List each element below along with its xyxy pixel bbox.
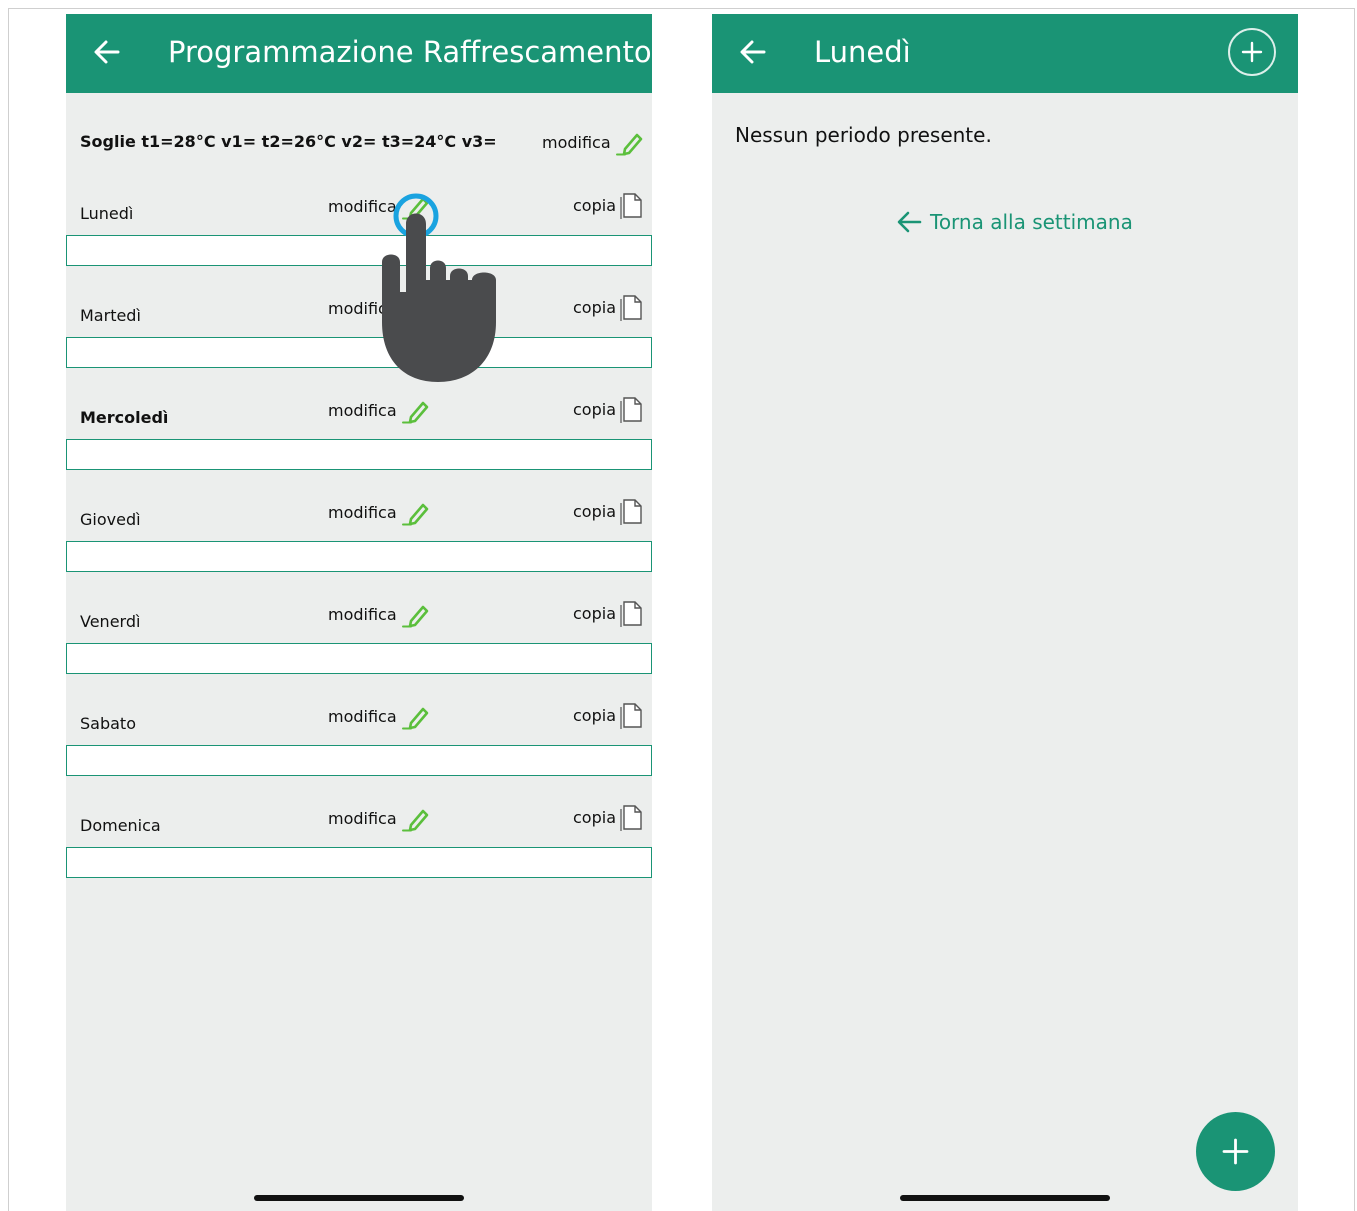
copy-label: copia [573,297,616,317]
edit-label: modifica [328,808,397,828]
copy-label: copia [573,399,616,419]
copy-day-button[interactable]: copia [573,190,644,220]
page-title: Lunedì [814,35,911,69]
day-periods-box[interactable] [66,235,652,266]
pencil-icon [401,707,428,730]
pencil-icon [615,133,642,156]
weekly-program-screen: Programmazione Raffrescamento Soglie t1=… [66,14,652,1211]
copy-icon [620,397,642,423]
day-periods-box[interactable] [66,745,652,776]
copy-label: copia [573,501,616,521]
edit-day-button[interactable]: modifica [328,600,431,628]
copy-label: copia [573,603,616,623]
edit-label: modifica [542,132,611,152]
back-arrow-icon[interactable] [90,35,124,69]
copy-label: copia [573,195,616,215]
edit-label: modifica [328,400,397,420]
copy-day-button[interactable]: copia [573,598,644,628]
add-period-header-button[interactable] [1228,28,1276,76]
back-to-week-label: Torna alla settimana [930,210,1133,234]
empty-state-message: Nessun periodo presente. [735,123,992,147]
edit-day-button[interactable]: modifica [328,396,431,424]
copy-icon [620,601,642,627]
copy-label: copia [573,807,616,827]
day-periods-box[interactable] [66,847,652,878]
plus-icon [1222,1138,1249,1165]
edit-day-button[interactable]: modifica [328,702,431,730]
page-title: Programmazione Raffrescamento [168,35,652,69]
pencil-icon [401,605,428,628]
add-period-fab[interactable] [1196,1112,1275,1191]
day-label: Venerdì [80,612,141,631]
hand-pointer-icon [382,193,496,382]
copy-icon [620,805,642,831]
home-indicator [254,1195,464,1201]
copy-day-button[interactable]: copia [573,496,644,526]
edit-thresholds-button[interactable]: modifica [542,128,645,156]
back-to-week-link[interactable]: Torna alla settimana [895,210,1133,234]
edit-day-button[interactable]: modifica [328,804,431,832]
edit-label: modifica [328,706,397,726]
back-arrow-icon[interactable] [736,35,770,69]
copy-day-button[interactable]: copia [573,394,644,424]
day-periods-box[interactable] [66,541,652,572]
day-periods-box[interactable] [66,643,652,674]
copy-icon [620,703,642,729]
edit-label: modifica [328,502,397,522]
day-periods-box[interactable] [66,439,652,470]
pencil-icon [401,401,428,424]
plus-icon [1241,41,1263,63]
back-arrow-icon [897,211,922,233]
pencil-icon [401,503,428,526]
day-label: Martedì [80,306,141,325]
home-indicator [900,1195,1110,1201]
copy-day-button[interactable]: copia [573,802,644,832]
pencil-icon [401,809,428,832]
day-label: Lunedì [80,204,134,223]
day-label: Sabato [80,714,136,733]
edit-day-button[interactable]: modifica [328,498,431,526]
thresholds-text: Soglie t1=28°C v1= t2=26°C v2= t3=24°C v… [80,132,497,151]
day-detail-screen: Lunedì Nessun periodo presente. Torna al… [712,14,1298,1211]
edit-label: modifica [328,604,397,624]
copy-icon [620,295,642,321]
copy-day-button[interactable]: copia [573,700,644,730]
day-label: Mercoledì [80,408,169,427]
app-header: Programmazione Raffrescamento [66,14,652,93]
copy-day-button[interactable]: copia [573,292,644,322]
day-periods-box[interactable] [66,337,652,368]
day-label: Domenica [80,816,161,835]
day-label: Giovedì [80,510,141,529]
copy-label: copia [573,705,616,725]
app-header: Lunedì [712,14,1298,93]
copy-icon [620,193,642,219]
copy-icon [620,499,642,525]
